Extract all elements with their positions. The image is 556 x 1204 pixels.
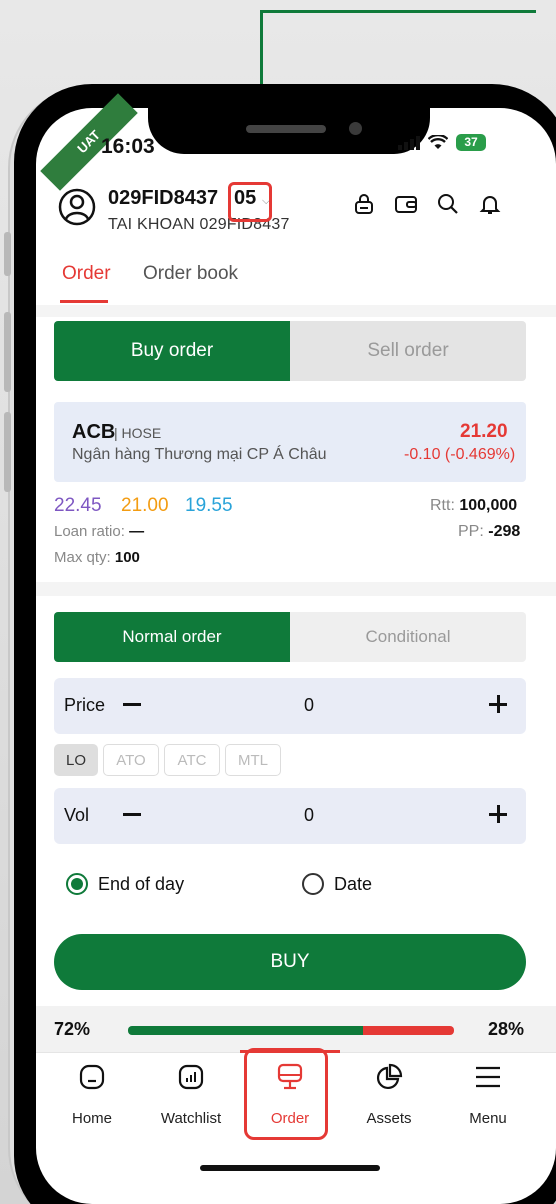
normal-order-tab[interactable]: Normal order	[54, 612, 290, 662]
signal-icon	[398, 135, 420, 150]
buy-button[interactable]: BUY	[54, 934, 526, 990]
buy-order-tab[interactable]: Buy order	[54, 321, 290, 381]
nav-assets-label: Assets	[366, 1110, 412, 1127]
date-radio[interactable]	[302, 873, 324, 895]
tab-order-book[interactable]: Order book	[143, 263, 238, 285]
tab-order[interactable]: Order	[62, 263, 111, 285]
loan-ratio-value: —	[129, 523, 145, 540]
stock-name: Ngân hàng Thương mại CP Á Châu	[72, 446, 327, 463]
floor-price[interactable]: 19.55	[185, 495, 233, 517]
price-type-ato[interactable]: ATO	[103, 744, 159, 776]
price-stepper: Price 0	[54, 678, 526, 734]
minus-icon	[123, 813, 141, 816]
camera	[349, 122, 362, 135]
vol-input[interactable]: 0	[304, 805, 314, 826]
bell-icon[interactable]	[478, 192, 502, 216]
max-qty-value[interactable]: 100	[115, 549, 140, 566]
end-of-day-radio[interactable]	[66, 873, 88, 895]
end-of-day-label: End of day	[98, 874, 185, 894]
price-type-mtl[interactable]: MTL	[225, 744, 281, 776]
active-tab-indicator	[60, 300, 108, 303]
volume-stepper: Vol 0	[54, 788, 526, 844]
highlight-sub-account	[228, 182, 272, 222]
wifi-icon	[428, 135, 448, 149]
highlight-order-nav	[244, 1048, 328, 1140]
section-divider-2	[36, 582, 556, 596]
phone-side-button	[4, 232, 11, 276]
nav-home-label: Home	[71, 1110, 112, 1127]
nav-menu[interactable]: Menu	[448, 1062, 528, 1127]
nav-home[interactable]: Home	[52, 1062, 132, 1127]
price-label: Price	[64, 695, 106, 715]
conditional-order-tab[interactable]: Conditional	[290, 612, 526, 662]
stock-price: 21.20	[460, 421, 508, 442]
header-actions	[352, 192, 502, 216]
account-number[interactable]: 029FID8437	[108, 187, 218, 210]
stock-exchange: | HOSE	[114, 425, 162, 441]
loan-ratio-label: Loan ratio:	[54, 523, 125, 540]
stock-symbol: ACB	[72, 421, 116, 443]
vol-label: Vol	[64, 805, 90, 825]
wallet-icon[interactable]	[394, 192, 418, 216]
price-type-lo[interactable]: LO	[54, 744, 98, 776]
rtt-value: 100,000	[459, 497, 518, 514]
loan-ratio-info: Loan ratio: —	[54, 523, 144, 540]
phone-volume-down	[4, 412, 11, 492]
home-indicator[interactable]	[200, 1165, 380, 1171]
max-qty-info: Max qty: 100	[54, 549, 140, 566]
user-account-icon[interactable]	[58, 188, 96, 226]
status-icons: 37	[398, 134, 486, 151]
status-time: 16:03	[101, 135, 155, 158]
nav-watchlist[interactable]: Watchlist	[151, 1062, 231, 1127]
nav-watchlist-label: Watchlist	[160, 1110, 222, 1127]
price-input[interactable]: 0	[304, 695, 314, 716]
minus-icon	[123, 703, 141, 706]
battery-icon: 37	[456, 134, 486, 151]
rtt-label: Rtt:	[430, 497, 455, 514]
price-type-atc[interactable]: ATC	[164, 744, 220, 776]
ceiling-price[interactable]: 22.45	[54, 495, 102, 517]
notch	[148, 84, 430, 154]
stock-change: -0.10 (-0.469%)	[404, 446, 516, 463]
date-label: Date	[334, 874, 373, 894]
sell-ratio-pct: 28%	[488, 1019, 525, 1039]
speaker	[246, 125, 326, 133]
plus-icon-vertical	[497, 805, 500, 823]
purchasing-power-info: PP: -298	[458, 523, 520, 541]
lock-icon[interactable]	[352, 192, 376, 216]
nav-assets[interactable]: Assets	[349, 1062, 429, 1127]
section-divider	[36, 305, 556, 317]
home-icon	[79, 1064, 105, 1090]
watchlist-icon	[178, 1064, 204, 1090]
pie-chart-icon	[376, 1063, 403, 1090]
plus-icon-vertical	[497, 695, 500, 713]
pp-label: PP:	[458, 523, 484, 540]
pp-value: -298	[488, 523, 521, 540]
buy-ratio-bar	[128, 1026, 363, 1035]
nav-menu-label: Menu	[469, 1110, 507, 1127]
sell-order-tab[interactable]: Sell order	[290, 321, 526, 381]
phone-volume-up	[4, 312, 11, 392]
max-qty-label: Max qty:	[54, 549, 111, 566]
search-icon[interactable]	[436, 192, 460, 216]
quote-card[interactable]	[54, 402, 526, 482]
reference-price[interactable]: 21.00	[121, 495, 169, 517]
hamburger-menu-icon	[476, 1066, 500, 1088]
buy-ratio-pct: 72%	[54, 1019, 91, 1039]
rtt-info: Rtt: 100,000	[430, 497, 517, 515]
sell-ratio-bar	[363, 1026, 454, 1035]
annotation-line-horizontal	[260, 10, 536, 13]
